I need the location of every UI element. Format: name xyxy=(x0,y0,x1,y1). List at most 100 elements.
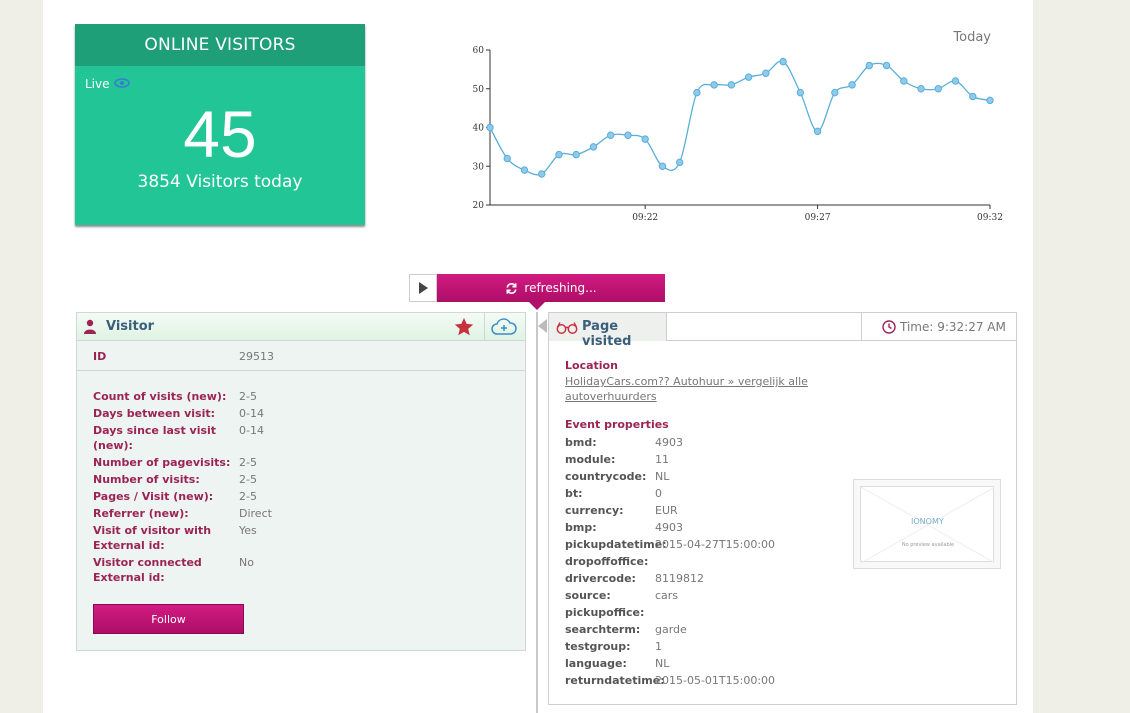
event-property-row: dropoffoffice: xyxy=(565,554,855,569)
event-property-row: language: NL xyxy=(565,656,855,671)
visitor-property-value: 0-14 xyxy=(239,424,264,437)
event-property-row: source: cars xyxy=(565,588,855,603)
page-visited-tab[interactable]: Page visited xyxy=(549,313,667,349)
event-property-row: pickupdatetime: 2015-04-27T15:00:00 xyxy=(565,537,855,552)
data-point xyxy=(727,81,736,89)
event-property-value: 0 xyxy=(655,487,662,500)
location-link[interactable]: HolidayCars.com?? Autohuur » vergelijk a… xyxy=(565,374,845,404)
visitor-property-value: Yes xyxy=(239,524,257,537)
event-property-row: bt: 0 xyxy=(565,486,855,501)
timeline-pointer xyxy=(538,319,547,333)
visitor-id-label: ID xyxy=(93,350,107,363)
event-property-value: garde xyxy=(655,623,687,636)
preview-frame: IONOMY No preview available xyxy=(860,486,995,563)
page-preview-thumbnail[interactable]: IONOMY No preview available xyxy=(853,479,1001,569)
data-point xyxy=(917,85,925,93)
visit-time-text: Time: 9:32:27 AM xyxy=(900,320,1006,334)
data-point xyxy=(538,170,546,178)
visitor-property-row: Referrer (new): Direct xyxy=(93,506,513,521)
data-point xyxy=(986,96,994,105)
play-button[interactable] xyxy=(409,274,437,302)
visitor-property-row: Days since last visit (new): 0-14 xyxy=(93,423,513,453)
event-property-label: source: xyxy=(565,589,611,602)
data-point xyxy=(934,85,942,93)
refresh-label: refreshing... xyxy=(524,281,597,295)
data-point xyxy=(744,73,753,81)
online-visitors-card: ONLINE VISITORS Live 45 3854 Visitors to… xyxy=(75,24,365,225)
event-property-row: pickupoffice: xyxy=(565,605,855,620)
visitor-property-label: Count of visits (new): xyxy=(93,390,227,403)
data-point xyxy=(951,77,960,85)
data-point xyxy=(658,162,667,170)
x-tick-label: 09:27 xyxy=(805,213,831,223)
page-visited-header: Page visited Time: 9:32:27 AM xyxy=(549,313,1016,349)
follow-button[interactable]: Follow xyxy=(93,604,244,634)
event-property-value: 8119812 xyxy=(655,572,704,585)
star-icon[interactable] xyxy=(453,316,475,342)
event-property-label: bt: xyxy=(565,487,583,500)
glasses-icon xyxy=(556,320,578,339)
visitor-property-value: Direct xyxy=(239,507,272,520)
data-point xyxy=(486,123,494,132)
data-point xyxy=(555,150,563,159)
visitor-property-label: Number of pagevisits: xyxy=(93,456,231,469)
visitor-property-row: Pages / Visit (new): 2-5 xyxy=(93,489,513,504)
event-property-label: searchterm: xyxy=(565,623,641,636)
event-property-label: module: xyxy=(565,453,616,466)
page-visited-body: Location HolidayCars.com?? Autohuur » ve… xyxy=(565,359,855,690)
event-property-label: bmd: xyxy=(565,436,597,449)
x-tick-label: 09:22 xyxy=(632,213,658,223)
refresh-pointer xyxy=(529,302,545,310)
data-point xyxy=(762,69,770,77)
event-properties-label: Event properties xyxy=(565,418,669,431)
data-point xyxy=(882,61,891,70)
visitors-today-text: 3854 Visitors today xyxy=(137,172,303,192)
event-property-label: testgroup: xyxy=(565,640,631,653)
data-point xyxy=(572,150,580,159)
data-point xyxy=(796,88,805,97)
refresh-icon xyxy=(506,282,517,294)
event-property-label: bmp: xyxy=(565,521,597,534)
event-property-value: NL xyxy=(655,657,670,670)
event-property-label: dropoffoffice: xyxy=(565,555,649,568)
event-property-row: bmp: 4903 xyxy=(565,520,855,535)
y-tick-label: 50 xyxy=(473,85,485,95)
series-line xyxy=(489,60,991,176)
event-property-value: cars xyxy=(655,589,679,602)
cloud-upload-icon[interactable] xyxy=(491,318,517,340)
y-tick-label: 40 xyxy=(473,124,485,134)
event-property-row: testgroup: 1 xyxy=(565,639,855,654)
eye-icon[interactable] xyxy=(113,77,130,91)
visitor-property-label: Visitor connected External id: xyxy=(93,556,202,584)
chart-title: Today xyxy=(953,30,991,45)
visitor-property-label: Pages / Visit (new): xyxy=(93,490,214,503)
data-point xyxy=(900,77,908,85)
visitor-property-row: Number of visits: 2-5 xyxy=(93,472,513,487)
data-point xyxy=(693,88,701,97)
online-visitor-count: 45 xyxy=(183,97,257,171)
event-property-label: pickupdatetime: xyxy=(565,538,667,551)
data-point xyxy=(675,158,684,167)
data-point xyxy=(969,92,977,101)
visitor-property-label: Visit of visitor with External id: xyxy=(93,524,212,552)
event-property-label: language: xyxy=(565,657,627,670)
event-property-value: NL xyxy=(655,470,670,483)
visitor-property-row: Number of pagevisits: 2-5 xyxy=(93,455,513,470)
event-property-label: countrycode: xyxy=(565,470,647,483)
data-point xyxy=(779,57,787,66)
y-tick-label: 30 xyxy=(473,162,485,172)
page-visited-panel: Page visited Time: 9:32:27 AM Location H… xyxy=(548,312,1017,705)
data-point xyxy=(831,88,839,97)
visitor-property-value: 0-14 xyxy=(239,407,264,420)
online-visitors-title: ONLINE VISITORS xyxy=(75,24,365,66)
visitor-property-value: 2-5 xyxy=(239,390,257,403)
visitor-property-label: Referrer (new): xyxy=(93,507,189,520)
play-icon xyxy=(419,282,428,294)
data-point xyxy=(624,131,632,139)
visitor-property-value: 2-5 xyxy=(239,490,257,503)
data-point xyxy=(641,135,649,143)
data-point xyxy=(865,61,874,70)
chart-canvas: 20 30 40 50 60 09:22 09:27 09:32 xyxy=(473,46,1003,223)
visitor-property-value: 2-5 xyxy=(239,473,257,486)
data-point xyxy=(848,81,856,89)
